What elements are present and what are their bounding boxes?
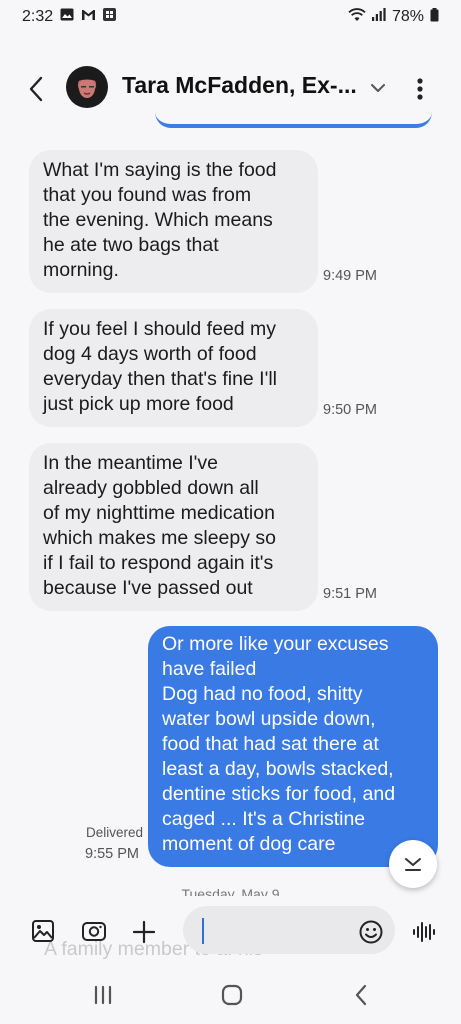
battery-icon bbox=[430, 7, 439, 27]
message-line: that you found was from bbox=[43, 184, 252, 206]
gallery-notification-icon bbox=[60, 8, 74, 26]
message-line: moment of dog care bbox=[162, 833, 336, 855]
message-line: In the meantime I've bbox=[43, 452, 218, 474]
emoji-icon bbox=[359, 920, 383, 944]
back-arrow-icon bbox=[29, 76, 43, 102]
message-line: have failed bbox=[162, 658, 257, 680]
status-time: 2:32 bbox=[22, 8, 54, 25]
contact-name[interactable]: Tara McFadden, Ex-... bbox=[122, 72, 357, 99]
message-line: already gobbled down all bbox=[43, 477, 259, 499]
back-button[interactable] bbox=[20, 72, 54, 106]
camera-icon bbox=[82, 922, 106, 941]
status-bar: 2:32 78% bbox=[0, 0, 461, 34]
message-line: If you feel I should feed my bbox=[43, 318, 277, 340]
message-line: caged ... It's a Christine bbox=[162, 808, 366, 830]
chevron-down-icon bbox=[405, 858, 421, 871]
scroll-to-bottom-button[interactable] bbox=[389, 840, 437, 888]
home-icon bbox=[221, 984, 243, 1006]
system-navigation-bar bbox=[0, 964, 461, 1024]
text-cursor bbox=[202, 918, 204, 944]
message-composer bbox=[0, 898, 461, 964]
signal-icon bbox=[371, 8, 386, 26]
gmail-notification-icon bbox=[81, 8, 96, 26]
message-bubble-incoming[interactable]: What I'm saying is the food that you fou… bbox=[29, 150, 318, 293]
message-bubble-incoming[interactable]: In the meantime I've already gobbled dow… bbox=[29, 443, 318, 611]
camera-button[interactable] bbox=[80, 918, 108, 946]
recent-apps-button[interactable] bbox=[88, 982, 118, 1008]
message-timestamp: 9:50 PM bbox=[323, 402, 377, 418]
contact-avatar[interactable] bbox=[66, 66, 108, 108]
previous-outgoing-bubble-edge bbox=[155, 112, 432, 128]
message-line: water bowl upside down, bbox=[162, 708, 376, 730]
add-attachment-button[interactable] bbox=[130, 918, 158, 946]
message-timestamp: 9:49 PM bbox=[323, 268, 377, 284]
delivery-status: Delivered bbox=[86, 825, 144, 840]
message-line: just pick up more food bbox=[43, 393, 234, 415]
message-line: the evening. Which means bbox=[43, 209, 273, 231]
message-line: if I fail to respond again it's bbox=[43, 552, 274, 574]
message-line: Or more like your excuses bbox=[162, 633, 389, 655]
more-vertical-icon bbox=[417, 78, 423, 100]
message-line: morning. bbox=[43, 259, 119, 281]
message-line: of my nighttime medication bbox=[43, 502, 275, 524]
emoji-button[interactable] bbox=[357, 918, 385, 946]
message-line: Dog had no food, shitty bbox=[162, 683, 363, 705]
message-line: everyday then that's fine I'll bbox=[43, 368, 277, 390]
message-line: he ate two bags that bbox=[43, 234, 219, 256]
wifi-icon bbox=[348, 7, 366, 27]
date-separator: Tuesday, May 9 bbox=[181, 886, 280, 896]
message-line: least a day, bowls stacked, bbox=[162, 758, 394, 780]
message-line: dog 4 days worth of food bbox=[43, 343, 257, 365]
recent-apps-icon bbox=[94, 985, 112, 1005]
image-icon bbox=[32, 920, 54, 942]
battery-percent: 78% bbox=[391, 8, 424, 25]
message-line: because I've passed out bbox=[43, 577, 253, 599]
message-timestamp: 9:51 PM bbox=[323, 586, 377, 602]
message-bubble-outgoing[interactable]: Or more like your excuses have failed Do… bbox=[148, 626, 438, 867]
message-line: dentine sticks for food, and bbox=[162, 783, 396, 805]
voice-waveform-icon bbox=[413, 922, 435, 942]
contact-details-toggle[interactable] bbox=[367, 78, 389, 98]
back-icon bbox=[355, 984, 367, 1006]
message-line: What I'm saying is the food bbox=[43, 159, 277, 181]
message-timestamp: 9:55 PM bbox=[85, 846, 139, 862]
nav-back-button[interactable] bbox=[347, 982, 377, 1008]
message-bubble-incoming[interactable]: If you feel I should feed my dog 4 days … bbox=[29, 309, 318, 427]
home-button[interactable] bbox=[217, 982, 247, 1008]
app-notification-icon bbox=[103, 8, 117, 26]
message-line: which makes me sleepy so bbox=[43, 527, 277, 549]
plus-icon bbox=[132, 920, 156, 944]
message-line: food that had sat there at bbox=[162, 733, 379, 755]
chevron-down-icon bbox=[371, 84, 385, 92]
attach-image-button[interactable] bbox=[30, 918, 58, 946]
more-options-button[interactable] bbox=[408, 72, 432, 106]
conversation-header: Tara McFadden, Ex-... bbox=[0, 58, 461, 118]
voice-record-button[interactable] bbox=[410, 918, 438, 946]
